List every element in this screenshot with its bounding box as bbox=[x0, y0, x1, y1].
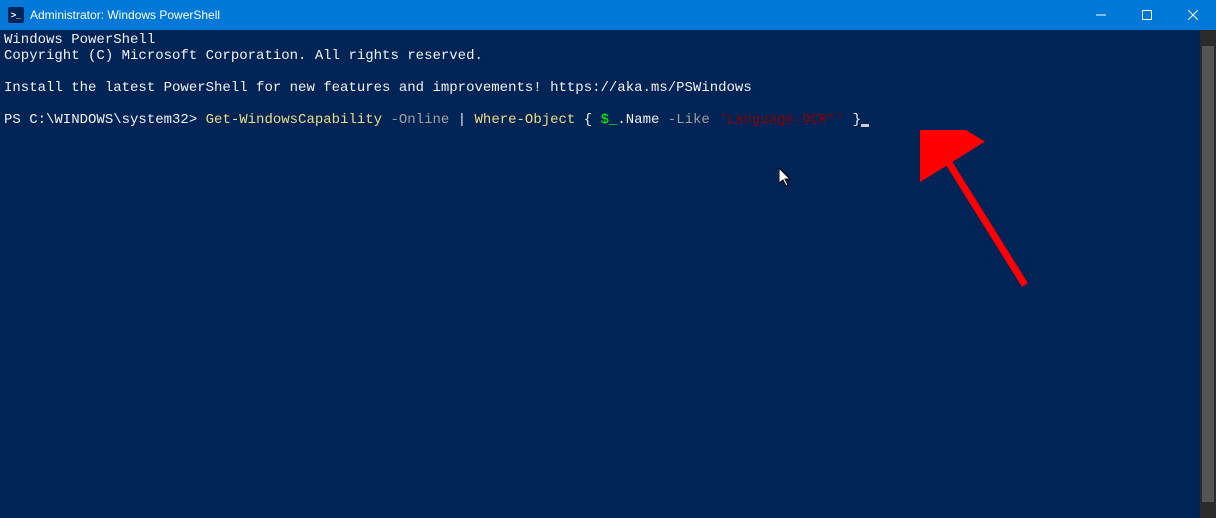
banner-line-2: Copyright (C) Microsoft Corporation. All… bbox=[4, 48, 483, 64]
install-message: Install the latest PowerShell for new fe… bbox=[4, 80, 752, 96]
vertical-scrollbar[interactable] bbox=[1200, 30, 1216, 518]
title-bar[interactable]: >_ Administrator: Windows PowerShell bbox=[0, 0, 1216, 30]
op-like: -Like bbox=[668, 112, 710, 128]
prompt-text: PS C:\WINDOWS\system32> bbox=[4, 112, 206, 128]
powershell-icon: >_ bbox=[8, 7, 24, 23]
maximize-button[interactable] bbox=[1124, 0, 1170, 30]
brace-open: { bbox=[584, 112, 592, 128]
cmdlet-get: Get-WindowsCapability bbox=[206, 112, 382, 128]
close-button[interactable] bbox=[1170, 0, 1216, 30]
terminal-area: Windows PowerShell Copyright (C) Microso… bbox=[0, 30, 1216, 518]
window-controls bbox=[1078, 0, 1216, 30]
scrollbar-track[interactable] bbox=[1200, 46, 1216, 502]
powershell-window: >_ Administrator: Windows PowerShell Win… bbox=[0, 0, 1216, 518]
brace-close: } bbox=[853, 112, 861, 128]
window-title: Administrator: Windows PowerShell bbox=[30, 8, 220, 22]
close-icon bbox=[1188, 10, 1198, 20]
banner-line-1: Windows PowerShell bbox=[4, 32, 155, 48]
pipe: | bbox=[458, 112, 466, 128]
maximize-icon bbox=[1142, 10, 1152, 20]
param-online: -Online bbox=[390, 112, 449, 128]
minimize-icon bbox=[1096, 10, 1106, 20]
cmdlet-where: Where-Object bbox=[475, 112, 576, 128]
title-bar-left: >_ Administrator: Windows PowerShell bbox=[0, 7, 220, 23]
member-name: .Name bbox=[617, 112, 659, 128]
scrollbar-thumb[interactable] bbox=[1202, 46, 1214, 502]
minimize-button[interactable] bbox=[1078, 0, 1124, 30]
terminal-content[interactable]: Windows PowerShell Copyright (C) Microso… bbox=[0, 30, 1200, 518]
string-literal: 'Language.OCR*' bbox=[718, 112, 844, 128]
pipeline-var: $_ bbox=[601, 112, 618, 128]
text-caret bbox=[861, 124, 869, 127]
